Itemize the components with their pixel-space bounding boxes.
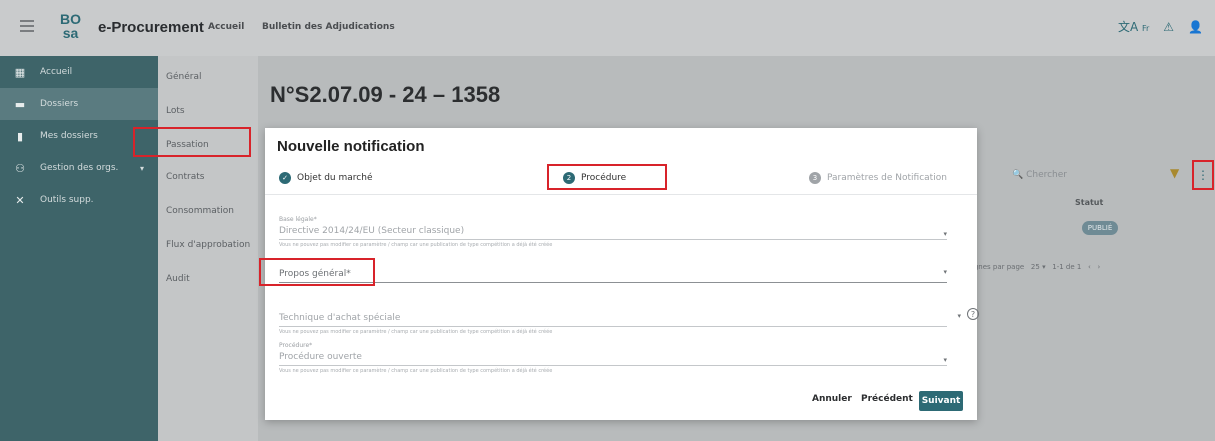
top-icons: 文A Fr ⚠ 👤 (1118, 18, 1203, 35)
logo-top-text: BO (60, 11, 81, 27)
sidebar-item-label: Gestion des orgs. (40, 163, 119, 173)
subnav-item-contrats[interactable]: Contrats (166, 172, 204, 182)
search-placeholder: Chercher (1026, 170, 1067, 180)
more-options-icon[interactable]: ⋮ (1192, 160, 1214, 190)
field-hint: Vous ne pouvez pas modifier ce paramètre… (279, 368, 553, 374)
field-hint: Vous ne pouvez pas modifier ce paramètre… (279, 329, 553, 335)
sidebar-item-label: Outils supp. (40, 195, 94, 205)
field-label: Base légale* (279, 216, 317, 223)
bookmark-icon: ▮ (16, 129, 24, 143)
step-label: Paramètres de Notification (827, 173, 947, 183)
sidebar-item-label: Accueil (40, 67, 73, 77)
sidebar-item-outils[interactable]: ✕ Outils supp. (0, 184, 158, 216)
previous-button[interactable]: Précédent (861, 394, 913, 404)
field-underline (279, 282, 947, 283)
column-header-status[interactable]: Statut (1075, 198, 1103, 207)
step-objet-marche[interactable]: ✓ Objet du marché (279, 172, 372, 184)
chevron-down-icon: ▾ (943, 230, 947, 238)
next-button[interactable]: Suivant (919, 391, 963, 411)
subnav-item-flux[interactable]: Flux d'approbation (166, 240, 250, 250)
chevron-down-icon: ▾ (943, 268, 947, 276)
step-label: Objet du marché (297, 173, 373, 183)
folder-icon: ▬ (14, 97, 26, 111)
procedure-select[interactable]: Procédure* Procédure ouverte ▾ Vous ne p… (279, 342, 947, 374)
field-value: Directive 2014/24/EU (Secteur classique) (279, 226, 465, 236)
field-value: Technique d'achat spéciale (279, 313, 401, 323)
legal-basis-select[interactable]: Base légale* Directive 2014/24/EU (Secte… (279, 216, 947, 248)
chevron-down-icon: ▾ (140, 163, 145, 173)
chevron-down-icon: ▾ (943, 356, 947, 364)
organization-icon: ⚇ (15, 161, 25, 175)
page-title: N°S2.07.09 - 24 – 1358 (270, 82, 501, 107)
tools-icon: ✕ (15, 193, 25, 207)
next-page-icon[interactable]: › (1098, 263, 1101, 271)
subnav-item-general[interactable]: Général (166, 72, 201, 82)
search-input[interactable]: 🔍 Chercher (1012, 170, 1067, 180)
highlight-passation (133, 127, 251, 157)
subnav-item-consommation[interactable]: Consommation (166, 206, 234, 216)
step-number-badge: 3 (809, 172, 821, 184)
field-value: Procédure ouverte (279, 352, 362, 362)
subnav-item-lots[interactable]: Lots (166, 106, 185, 116)
filter-icon[interactable]: ▼ (1170, 166, 1179, 180)
sidebar-item-accueil[interactable]: ▦ Accueil (0, 56, 158, 88)
sidebar: ▦ Accueil ▬ Dossiers ▮ Mes dossiers ⚇ Ge… (0, 56, 158, 441)
pager-range: 1-1 de 1 (1052, 263, 1082, 271)
sub-navigation: Général Lots Passation Contrats Consomma… (158, 56, 258, 441)
app-title[interactable]: e-Procurement (98, 19, 204, 36)
sidebar-item-label: Mes dossiers (40, 131, 98, 141)
highlight-procedure-step (547, 164, 667, 190)
accessibility-icon[interactable]: ⚠ (1163, 20, 1174, 34)
sidebar-item-label: Dossiers (40, 99, 79, 109)
chevron-down-icon: ▾ (957, 312, 961, 320)
check-icon: ✓ (279, 172, 291, 184)
field-underline (279, 326, 947, 327)
field-label: Procédure* (279, 342, 313, 349)
field-underline (279, 365, 947, 366)
top-bar: BO SA e-Procurement Accueil Bulletin des… (0, 0, 1215, 56)
cancel-button[interactable]: Annuler (812, 394, 852, 404)
new-notification-dialog: Nouvelle notification ✓ Objet du marché … (259, 128, 979, 420)
menu-icon[interactable] (20, 20, 34, 32)
field-hint: Vous ne pouvez pas modifier ce paramètre… (279, 242, 553, 248)
status-badge: PUBLIÉ (1082, 221, 1118, 235)
special-technique-select[interactable]: Technique d'achat spéciale ▾ ? Vous ne p… (279, 308, 979, 335)
highlight-general-purpose (259, 258, 375, 286)
language-label: Fr (1141, 24, 1150, 33)
divider (265, 194, 977, 195)
logo-bottom-text: SA (62, 25, 79, 41)
nav-link-accueil[interactable]: Accueil (208, 22, 244, 32)
field-value: Propos général* (279, 269, 351, 279)
translate-icon[interactable]: 文A Fr (1118, 18, 1149, 35)
sidebar-item-dossiers[interactable]: ▬ Dossiers (0, 88, 158, 120)
user-icon[interactable]: 👤 (1188, 20, 1203, 34)
field-underline (279, 239, 947, 240)
rows-per-page-select[interactable]: 25 (1031, 263, 1040, 271)
step-parametres-notification[interactable]: 3 Paramètres de Notification (809, 172, 947, 184)
dialog-title: Nouvelle notification (277, 138, 425, 155)
subnav-item-audit[interactable]: Audit (166, 274, 190, 284)
nav-link-bulletin[interactable]: Bulletin des Adjudications (262, 22, 395, 32)
prev-page-icon[interactable]: ‹ (1088, 263, 1091, 271)
pagination: Lignes par page 25 ▾ 1-1 de 1 ‹ › (968, 263, 1101, 271)
general-purpose-select[interactable]: Propos général* ▾ (279, 266, 947, 283)
bosa-logo[interactable]: BO SA (60, 12, 81, 40)
dashboard-icon: ▦ (14, 65, 26, 79)
help-icon[interactable]: ? (967, 308, 979, 320)
